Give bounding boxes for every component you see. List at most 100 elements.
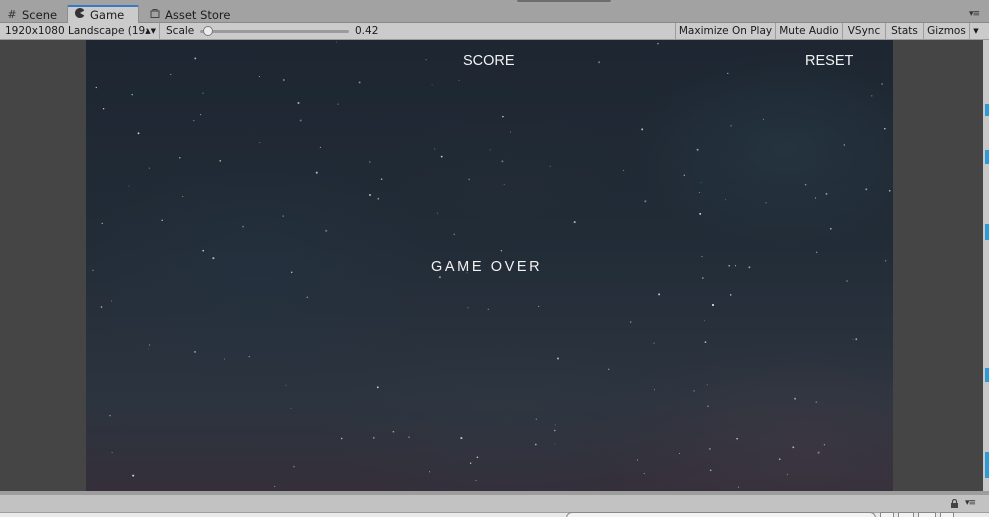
- star: [792, 446, 795, 449]
- star: [503, 184, 505, 186]
- scroll-accent-5: [985, 452, 989, 478]
- bottom-button-4[interactable]: [940, 512, 954, 517]
- star: [194, 351, 196, 353]
- star: [102, 107, 105, 110]
- scroll-accent-3: [985, 224, 989, 240]
- star: [679, 452, 681, 454]
- scroll-accent-2: [985, 150, 989, 164]
- tab-bar: # Scene Game Asset Store ▾≡: [0, 0, 989, 23]
- star: [434, 148, 436, 150]
- tab-scene[interactable]: # Scene: [0, 6, 66, 23]
- star: [736, 437, 738, 440]
- star: [100, 306, 103, 308]
- star: [170, 73, 172, 75]
- star: [453, 233, 455, 235]
- lock-icon[interactable]: [950, 499, 959, 508]
- star: [698, 191, 700, 194]
- gizmos-dropdown-arrow-icon[interactable]: ▼: [969, 23, 982, 39]
- star: [489, 149, 491, 151]
- star: [735, 265, 737, 267]
- star: [319, 146, 322, 148]
- mute-audio-toggle[interactable]: Mute Audio: [775, 23, 842, 39]
- maximize-on-play-toggle[interactable]: Maximize On Play: [675, 23, 775, 39]
- star: [440, 155, 443, 158]
- star: [725, 199, 727, 201]
- star: [699, 212, 702, 215]
- star: [709, 469, 712, 472]
- game-view[interactable]: SCORE RESET GAME OVER: [86, 40, 893, 491]
- star: [534, 443, 537, 446]
- game-toolbar: 1920x1080 Landscape (19: ▲▼ Scale 0.42 M…: [0, 23, 989, 40]
- scale-slider-handle[interactable]: [202, 26, 213, 36]
- pane-menu-icon[interactable]: ▾≡: [969, 9, 980, 19]
- scale-slider-track[interactable]: [200, 30, 349, 33]
- star: [369, 161, 371, 163]
- star: [500, 250, 503, 252]
- resolution-dropdown[interactable]: 1920x1080 Landscape (19: ▲▼: [0, 23, 160, 39]
- star: [431, 84, 433, 86]
- bottom-search-field[interactable]: [566, 512, 876, 517]
- score-label: SCORE: [463, 53, 515, 69]
- star: [657, 42, 659, 45]
- bottom-button-2[interactable]: [898, 512, 914, 517]
- star: [778, 458, 781, 461]
- bottom-button-1[interactable]: [880, 512, 894, 517]
- star: [111, 452, 113, 454]
- gizmos-toggle[interactable]: Gizmos: [923, 23, 969, 39]
- star: [101, 222, 103, 225]
- star: [711, 303, 715, 307]
- star: [109, 415, 111, 417]
- star: [148, 167, 150, 169]
- star: [707, 405, 709, 408]
- bottom-button-3[interactable]: [918, 512, 936, 517]
- star: [282, 215, 284, 217]
- star: [358, 81, 361, 84]
- star: [290, 271, 293, 274]
- unity-game-window: # Scene Game Asset Store ▾≡ 1920x1080 La…: [0, 0, 989, 517]
- tab-asset-store[interactable]: Asset Store: [143, 6, 239, 23]
- stats-toggle[interactable]: Stats: [885, 23, 923, 39]
- star: [815, 251, 818, 254]
- star: [654, 389, 655, 391]
- hash-grid-icon: #: [7, 7, 17, 21]
- star: [95, 86, 97, 89]
- star: [554, 424, 556, 426]
- star: [623, 170, 625, 172]
- vsync-toggle[interactable]: VSync: [842, 23, 885, 39]
- star: [182, 196, 184, 198]
- star: [823, 444, 826, 446]
- star: [865, 188, 868, 191]
- star: [202, 92, 204, 94]
- star: [290, 407, 292, 409]
- reset-button[interactable]: RESET: [805, 53, 853, 69]
- star: [737, 486, 740, 488]
- star: [131, 93, 133, 96]
- star: [641, 128, 644, 131]
- star: [554, 443, 556, 445]
- star: [223, 358, 226, 360]
- star: [340, 437, 343, 440]
- star: [706, 384, 708, 386]
- star: [700, 182, 702, 184]
- star: [888, 189, 891, 192]
- star: [475, 480, 477, 482]
- tab-asset-store-label: Asset Store: [165, 7, 231, 22]
- star: [460, 437, 463, 440]
- star: [425, 59, 427, 61]
- star: [476, 456, 479, 459]
- star: [704, 341, 707, 343]
- star: [92, 269, 94, 271]
- star: [846, 280, 848, 282]
- star: [729, 294, 732, 296]
- star: [794, 397, 797, 400]
- bottom-pane-menu-icon[interactable]: ▾≡: [965, 498, 976, 508]
- star: [708, 447, 711, 450]
- star: [110, 300, 113, 302]
- star: [762, 118, 765, 120]
- star: [815, 401, 818, 403]
- star: [194, 57, 197, 60]
- tab-game[interactable]: Game: [67, 5, 139, 23]
- star: [683, 174, 685, 176]
- star: [408, 436, 410, 439]
- window-grip[interactable]: [517, 0, 611, 2]
